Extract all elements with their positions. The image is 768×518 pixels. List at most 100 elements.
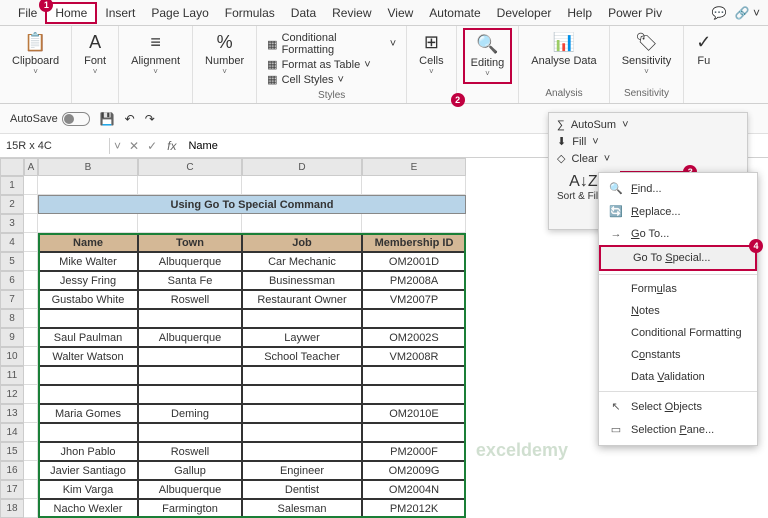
row-header-2[interactable]: 2: [0, 195, 24, 214]
redo-icon[interactable]: ↷: [145, 112, 155, 126]
table-cell[interactable]: [362, 385, 466, 404]
table-cell[interactable]: Javier Santiago: [38, 461, 138, 480]
cell[interactable]: [24, 252, 38, 271]
clipboard-button[interactable]: 📋 Clipboard ˅: [6, 28, 65, 80]
table-cell[interactable]: Gallup: [138, 461, 242, 480]
name-box[interactable]: 15R x 4C: [0, 138, 110, 154]
col-header-A[interactable]: A: [24, 158, 38, 176]
row-header-4[interactable]: 4: [0, 233, 24, 252]
table-cell[interactable]: [138, 366, 242, 385]
title-cell[interactable]: Using Go To Special Command: [38, 195, 466, 214]
row-header-5[interactable]: 5: [0, 252, 24, 271]
tab-powerpivot[interactable]: Power Piv: [600, 2, 670, 24]
table-cell[interactable]: Maria Gomes: [38, 404, 138, 423]
cell[interactable]: [38, 214, 138, 233]
sensitivity-button[interactable]: 🏷 Sensitivity ˅: [616, 28, 678, 80]
table-cell[interactable]: [138, 347, 242, 366]
table-cell[interactable]: OM2010E: [362, 404, 466, 423]
table-header[interactable]: Job: [242, 233, 362, 252]
table-cell[interactable]: Roswell: [138, 442, 242, 461]
conditional-formatting-button[interactable]: ▦Conditional Formatting ˅: [267, 32, 396, 56]
menu-cf[interactable]: Conditional Formatting: [599, 322, 757, 344]
cell[interactable]: [24, 176, 38, 195]
row-header-13[interactable]: 13: [0, 404, 24, 423]
col-header-D[interactable]: D: [242, 158, 362, 176]
cell[interactable]: [138, 214, 242, 233]
table-cell[interactable]: [38, 423, 138, 442]
tab-formulas[interactable]: Formulas: [217, 2, 283, 24]
cell[interactable]: [24, 347, 38, 366]
cell[interactable]: [362, 176, 466, 195]
table-cell[interactable]: Kim Varga: [38, 480, 138, 499]
fill-button[interactable]: ⬇Fill ˅: [553, 133, 743, 150]
format-as-table-button[interactable]: ▦Format as Table ˅: [267, 58, 396, 71]
cell[interactable]: [24, 385, 38, 404]
menu-dv[interactable]: Data Validation: [599, 366, 757, 388]
cell[interactable]: [24, 328, 38, 347]
table-cell[interactable]: Walter Watson: [38, 347, 138, 366]
tab-insert[interactable]: Insert: [97, 2, 143, 24]
cell[interactable]: [362, 214, 466, 233]
cell[interactable]: [138, 176, 242, 195]
select-all-corner[interactable]: [0, 158, 24, 176]
table-cell[interactable]: [362, 309, 466, 328]
undo-icon[interactable]: ↶: [125, 112, 135, 126]
table-cell[interactable]: VM2008R: [362, 347, 466, 366]
table-cell[interactable]: Farmington: [138, 499, 242, 518]
row-header-11[interactable]: 11: [0, 366, 24, 385]
tab-data[interactable]: Data: [283, 2, 324, 24]
cell[interactable]: [24, 195, 38, 214]
row-header-8[interactable]: 8: [0, 309, 24, 328]
menu-find[interactable]: 🔍Find...: [599, 177, 757, 200]
table-cell[interactable]: Businessman: [242, 271, 362, 290]
table-cell[interactable]: Albuquerque: [138, 480, 242, 499]
fu-button[interactable]: ✓ Fu: [690, 28, 717, 71]
table-cell[interactable]: PM2008A: [362, 271, 466, 290]
table-cell[interactable]: Jessy Fring: [38, 271, 138, 290]
table-cell[interactable]: School Teacher: [242, 347, 362, 366]
table-cell[interactable]: OM2009G: [362, 461, 466, 480]
menu-constants[interactable]: Constants: [599, 344, 757, 366]
alignment-button[interactable]: ≡ Alignment ˅: [125, 28, 186, 80]
table-cell[interactable]: Engineer: [242, 461, 362, 480]
tab-pagelayout[interactable]: Page Layo: [143, 2, 216, 24]
name-box-dropdown-icon[interactable]: ˅: [110, 139, 125, 153]
table-cell[interactable]: [138, 309, 242, 328]
menu-selection-pane[interactable]: ▭Selection Pane...: [599, 418, 757, 441]
clear-button[interactable]: ◇Clear ˅: [553, 150, 743, 167]
row-header-16[interactable]: 16: [0, 461, 24, 480]
table-cell[interactable]: [138, 423, 242, 442]
cell[interactable]: [38, 176, 138, 195]
cell[interactable]: [24, 499, 38, 518]
table-cell[interactable]: [38, 366, 138, 385]
row-header-1[interactable]: 1: [0, 176, 24, 195]
table-cell[interactable]: [38, 385, 138, 404]
autosum-button[interactable]: ∑AutoSum ˅: [553, 117, 743, 133]
cell[interactable]: [24, 461, 38, 480]
table-cell[interactable]: OM2004N: [362, 480, 466, 499]
editing-button[interactable]: 🔍 Editing ˅: [463, 28, 513, 84]
table-cell[interactable]: Car Mechanic: [242, 252, 362, 271]
table-cell[interactable]: Dentist: [242, 480, 362, 499]
cell[interactable]: [24, 480, 38, 499]
cancel-icon[interactable]: ✕: [125, 139, 143, 153]
table-cell[interactable]: Jhon Pablo: [38, 442, 138, 461]
table-cell[interactable]: Restaurant Owner: [242, 290, 362, 309]
table-cell[interactable]: [242, 404, 362, 423]
cell[interactable]: [24, 423, 38, 442]
comments-icon[interactable]: 💬: [712, 6, 727, 20]
row-header-12[interactable]: 12: [0, 385, 24, 404]
row-header-17[interactable]: 17: [0, 480, 24, 499]
table-cell[interactable]: Laywer: [242, 328, 362, 347]
menu-select-objects[interactable]: ↖Select Objects: [599, 395, 757, 418]
cell[interactable]: [24, 442, 38, 461]
tab-view[interactable]: View: [380, 2, 422, 24]
tab-developer[interactable]: Developer: [489, 2, 560, 24]
table-cell[interactable]: VM2007P: [362, 290, 466, 309]
table-header[interactable]: Town: [138, 233, 242, 252]
cell[interactable]: [24, 366, 38, 385]
row-header-3[interactable]: 3: [0, 214, 24, 233]
table-header[interactable]: Name: [38, 233, 138, 252]
table-cell[interactable]: [138, 385, 242, 404]
menu-notes[interactable]: Notes: [599, 300, 757, 322]
